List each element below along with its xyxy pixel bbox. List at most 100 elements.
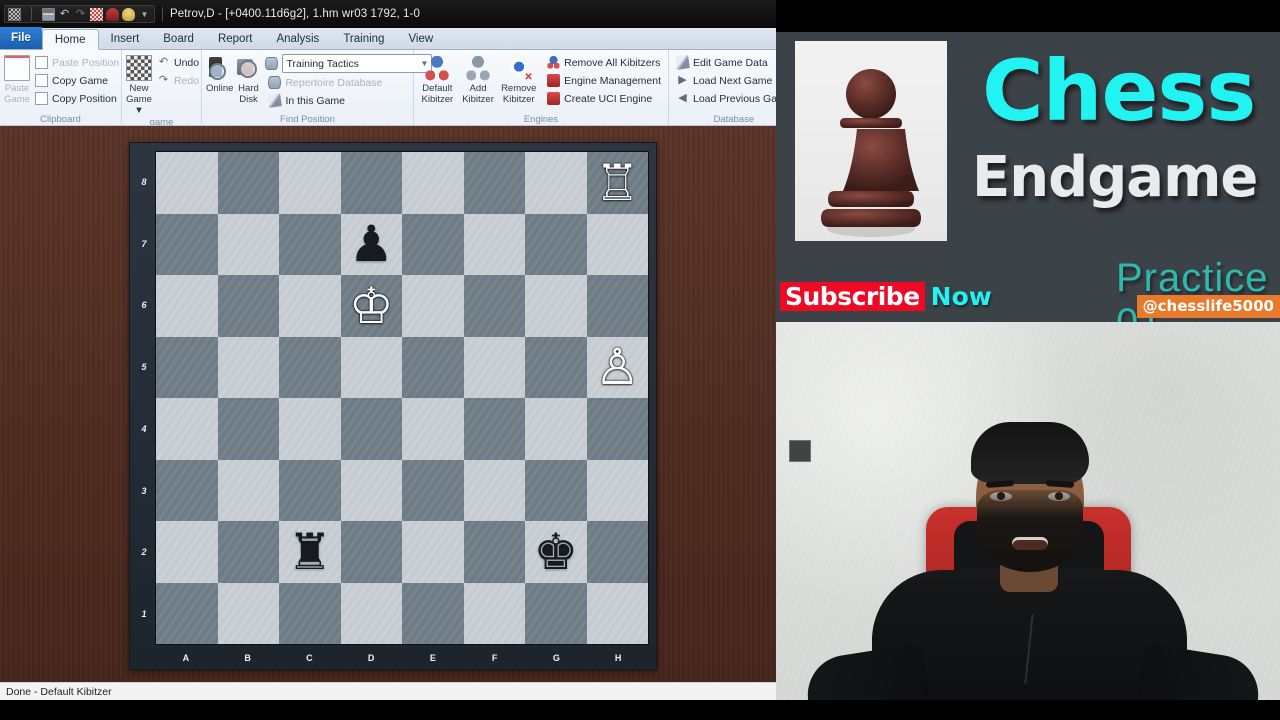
chessboard[interactable]: 8 7 6 5 4 3 2 1 ♖ ♟ ♔ ♙ ♜ ♚ A B C D E F G H [129, 142, 657, 670]
piece-icon[interactable] [106, 7, 119, 21]
in-this-game-button[interactable]: In this Game [265, 92, 432, 109]
edit-game-data-button[interactable]: Edit Game Data [673, 54, 776, 71]
square-a4[interactable] [156, 398, 218, 460]
square-b6[interactable] [217, 275, 279, 337]
square-f5[interactable] [463, 336, 525, 398]
training-database-combo[interactable]: Training Tactics ▼ [282, 54, 433, 73]
qat-caret-icon[interactable]: ▼ [138, 8, 151, 21]
square-c6[interactable] [279, 275, 341, 337]
copy-game-button[interactable]: Copy Game [32, 72, 122, 89]
square-h8[interactable]: ♖ [586, 152, 649, 214]
white-rook[interactable]: ♖ [587, 152, 649, 214]
save-icon[interactable] [42, 7, 55, 21]
square-d6[interactable]: ♔ [340, 275, 403, 337]
redo-icon[interactable]: ↷ [74, 8, 87, 21]
square-h5[interactable]: ♙ [586, 336, 649, 399]
quick-access-toolbar[interactable]: ↶ ↷ ▼ [4, 5, 155, 23]
tab-home[interactable]: Home [41, 29, 99, 50]
square-c4[interactable] [279, 398, 341, 460]
square-g7[interactable] [525, 213, 587, 275]
square-g2[interactable]: ♚ [525, 521, 587, 583]
square-f6[interactable] [463, 275, 525, 337]
copy-position-button[interactable]: Copy Position [32, 90, 122, 107]
tab-report[interactable]: Report [206, 28, 265, 49]
new-game-button[interactable]: New Game ▼ [126, 53, 152, 116]
square-c8[interactable] [279, 152, 341, 214]
square-h3[interactable] [586, 459, 648, 521]
square-c7[interactable] [279, 213, 341, 275]
add-kibitzer-button[interactable]: Add Kibitzer [459, 53, 498, 105]
board-icon[interactable] [90, 7, 103, 21]
square-d7[interactable]: ♟ [340, 213, 403, 276]
square-c5[interactable] [279, 336, 341, 398]
square-c3[interactable] [279, 459, 341, 521]
square-d3[interactable] [340, 459, 402, 521]
tab-analysis[interactable]: Analysis [264, 28, 331, 49]
square-f1[interactable] [463, 582, 525, 644]
black-rook[interactable]: ♜ [279, 521, 341, 583]
square-a7[interactable] [156, 213, 218, 275]
board-squares[interactable]: ♖ ♟ ♔ ♙ ♜ ♚ [155, 151, 649, 645]
remove-kibitzer-button[interactable]: Remove Kibitzer [499, 53, 538, 105]
square-a8[interactable] [156, 152, 218, 214]
square-d2[interactable] [340, 521, 402, 583]
black-king[interactable]: ♚ [525, 521, 587, 583]
square-h1[interactable] [586, 582, 648, 644]
square-e2[interactable] [402, 521, 464, 583]
square-d5[interactable] [340, 336, 402, 398]
white-pawn[interactable]: ♙ [587, 337, 649, 399]
remove-all-kibitzers-button[interactable]: Remove All Kibitzers [544, 54, 664, 71]
repertoire-database-button[interactable]: Repertoire Database [265, 74, 432, 91]
square-c1[interactable] [279, 582, 341, 644]
create-uci-engine-button[interactable]: Create UCI Engine [544, 90, 664, 107]
square-g8[interactable] [525, 152, 587, 214]
square-b7[interactable] [217, 213, 279, 275]
square-c2[interactable]: ♜ [279, 521, 341, 583]
square-a3[interactable] [156, 459, 218, 521]
square-f7[interactable] [463, 213, 525, 275]
black-pawn[interactable]: ♟ [341, 214, 403, 276]
square-b8[interactable] [217, 152, 279, 214]
tab-view[interactable]: View [396, 28, 445, 49]
square-f4[interactable] [463, 398, 525, 460]
square-a6[interactable] [156, 275, 218, 337]
square-e1[interactable] [402, 582, 464, 644]
tab-training[interactable]: Training [331, 28, 396, 49]
square-e3[interactable] [402, 459, 464, 521]
square-a2[interactable] [156, 521, 218, 583]
tab-board[interactable]: Board [151, 28, 206, 49]
load-next-game-button[interactable]: ▶ Load Next Game [673, 72, 776, 89]
square-h6[interactable] [586, 275, 648, 337]
square-g1[interactable] [525, 582, 587, 644]
tab-file[interactable]: File [0, 27, 42, 49]
undo-icon[interactable]: ↶ [58, 8, 71, 21]
undo-button[interactable]: ↶ Undo [154, 54, 202, 71]
square-e7[interactable] [402, 213, 464, 275]
square-d4[interactable] [340, 398, 402, 460]
square-e5[interactable] [402, 336, 464, 398]
hard-disk-button[interactable]: Hard Disk [235, 53, 261, 105]
square-h7[interactable] [586, 213, 648, 275]
square-e8[interactable] [402, 152, 464, 214]
square-b4[interactable] [217, 398, 279, 460]
default-kibitzer-button[interactable]: Default Kibitzer [418, 53, 457, 105]
tab-insert[interactable]: Insert [99, 28, 152, 49]
square-d8[interactable] [340, 152, 402, 214]
square-b2[interactable] [217, 521, 279, 583]
square-h4[interactable] [586, 398, 648, 460]
paste-position-button[interactable]: Paste Position [32, 54, 122, 71]
square-g4[interactable] [525, 398, 587, 460]
square-e4[interactable] [402, 398, 464, 460]
square-f2[interactable] [463, 521, 525, 583]
square-g6[interactable] [525, 275, 587, 337]
square-b5[interactable] [217, 336, 279, 398]
hint-icon[interactable] [122, 7, 135, 21]
square-b1[interactable] [217, 582, 279, 644]
square-h2[interactable] [586, 521, 648, 583]
white-king[interactable]: ♔ [341, 275, 403, 337]
square-d1[interactable] [340, 582, 402, 644]
online-button[interactable]: Online [206, 53, 233, 94]
engine-management-button[interactable]: Engine Management [544, 72, 664, 89]
square-a5[interactable] [156, 336, 218, 398]
square-f3[interactable] [463, 459, 525, 521]
